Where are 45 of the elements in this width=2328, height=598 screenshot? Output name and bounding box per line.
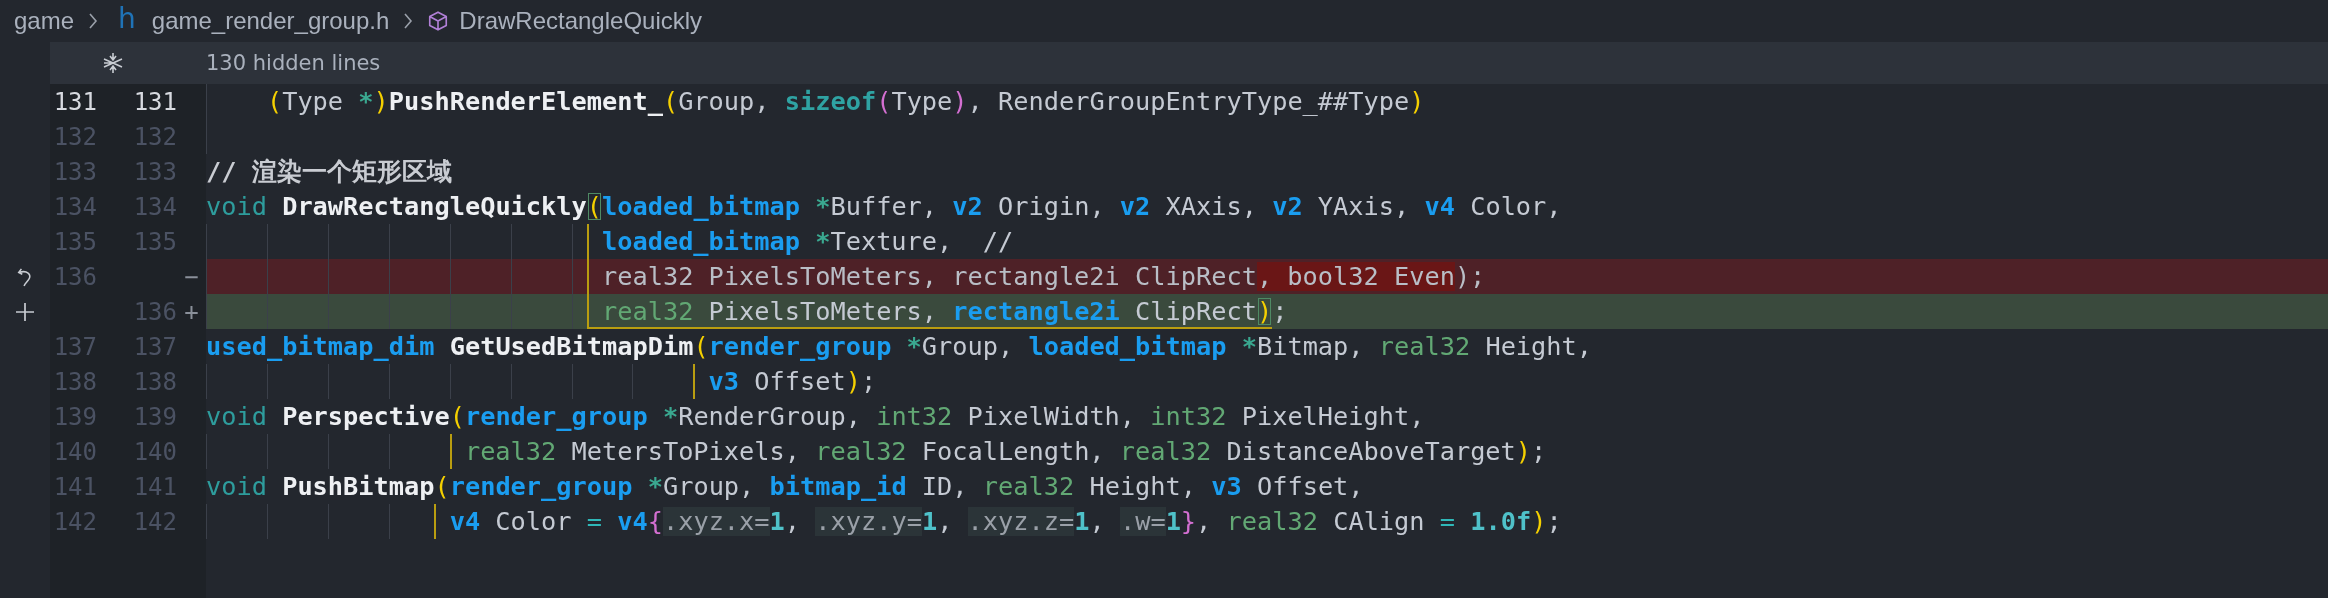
chevron-right-icon: [403, 13, 414, 29]
breadcrumb-item[interactable]: game_render_group.h: [151, 7, 390, 35]
unfold-icon[interactable]: [101, 51, 125, 75]
line-number: 132: [53, 122, 97, 151]
c-header-file-icon: h: [118, 5, 136, 33]
code-line: v3 Offset);: [206, 364, 2328, 399]
hidden-lines-text: 130 hidden lines: [206, 51, 381, 75]
code-line: v4 Color = v4{.xyz.x=1, .xyz.y=1, .xyz.z=1, .w=1}, real32 CAlign = 1.0f);: [206, 504, 2328, 539]
line-number: 133: [133, 157, 177, 186]
line-number: 138: [133, 367, 177, 396]
code-line: void Perspective(render_group *RenderGroup, int32 PixelWidth, int32 PixelHeight,: [206, 401, 1426, 433]
line-number: 134: [53, 192, 97, 221]
code-line: void DrawRectangleQuickly(loaded_bitmap *Buffer, v2 Origin, v2 XAxis, v2 YAxis, v4 Color,: [206, 191, 1563, 223]
line-number: 135: [133, 227, 177, 256]
line-number: 139: [133, 402, 177, 431]
line-number: 131: [53, 87, 97, 116]
line-number: 131: [133, 87, 177, 116]
line-number: 139: [53, 402, 97, 431]
line-number: 132: [133, 122, 177, 151]
diff-marker: +: [184, 297, 199, 326]
cube-icon: [427, 10, 450, 32]
diff-marker: −: [184, 262, 199, 291]
line-number: 141: [133, 472, 177, 501]
hidden-lines-bar[interactable]: 130 hidden lines: [50, 42, 2328, 84]
code-line: real32 MetersToPixels, real32 FocalLength, real32 DistanceAboveTarget);: [206, 434, 2328, 469]
line-number: 140: [53, 437, 97, 466]
line-number: 133: [53, 157, 97, 186]
line-number: 137: [133, 332, 177, 361]
chevron-right-icon: [88, 13, 99, 29]
line-number: 136: [53, 262, 97, 291]
line-number: 141: [53, 472, 97, 501]
breadcrumb-item[interactable]: DrawRectangleQuickly: [459, 7, 703, 35]
line-number: 135: [53, 227, 97, 256]
line-number: 140: [133, 437, 177, 466]
code-line: used_bitmap_dim GetUsedBitmapDim(render_group *Group, loaded_bitmap *Bitmap, real32 Height,: [206, 331, 1593, 363]
line-number: 142: [133, 507, 177, 536]
line-number: 136: [133, 297, 177, 326]
code-line: (Type *)PushRenderElement_(Group, sizeof(Type), RenderGroupEntryType_##Type): [206, 84, 2328, 119]
code-line: void PushBitmap(render_group *Group, bitmap_id ID, real32 Height, v3 Offset,: [206, 471, 1365, 503]
breadcrumb-item[interactable]: game: [14, 7, 75, 35]
line-number: 137: [53, 332, 97, 361]
line-number: 134: [133, 192, 177, 221]
line-number: 142: [53, 507, 97, 536]
line-number: 138: [53, 367, 97, 396]
code-line: // 渲染一个矩形区域: [206, 156, 453, 188]
